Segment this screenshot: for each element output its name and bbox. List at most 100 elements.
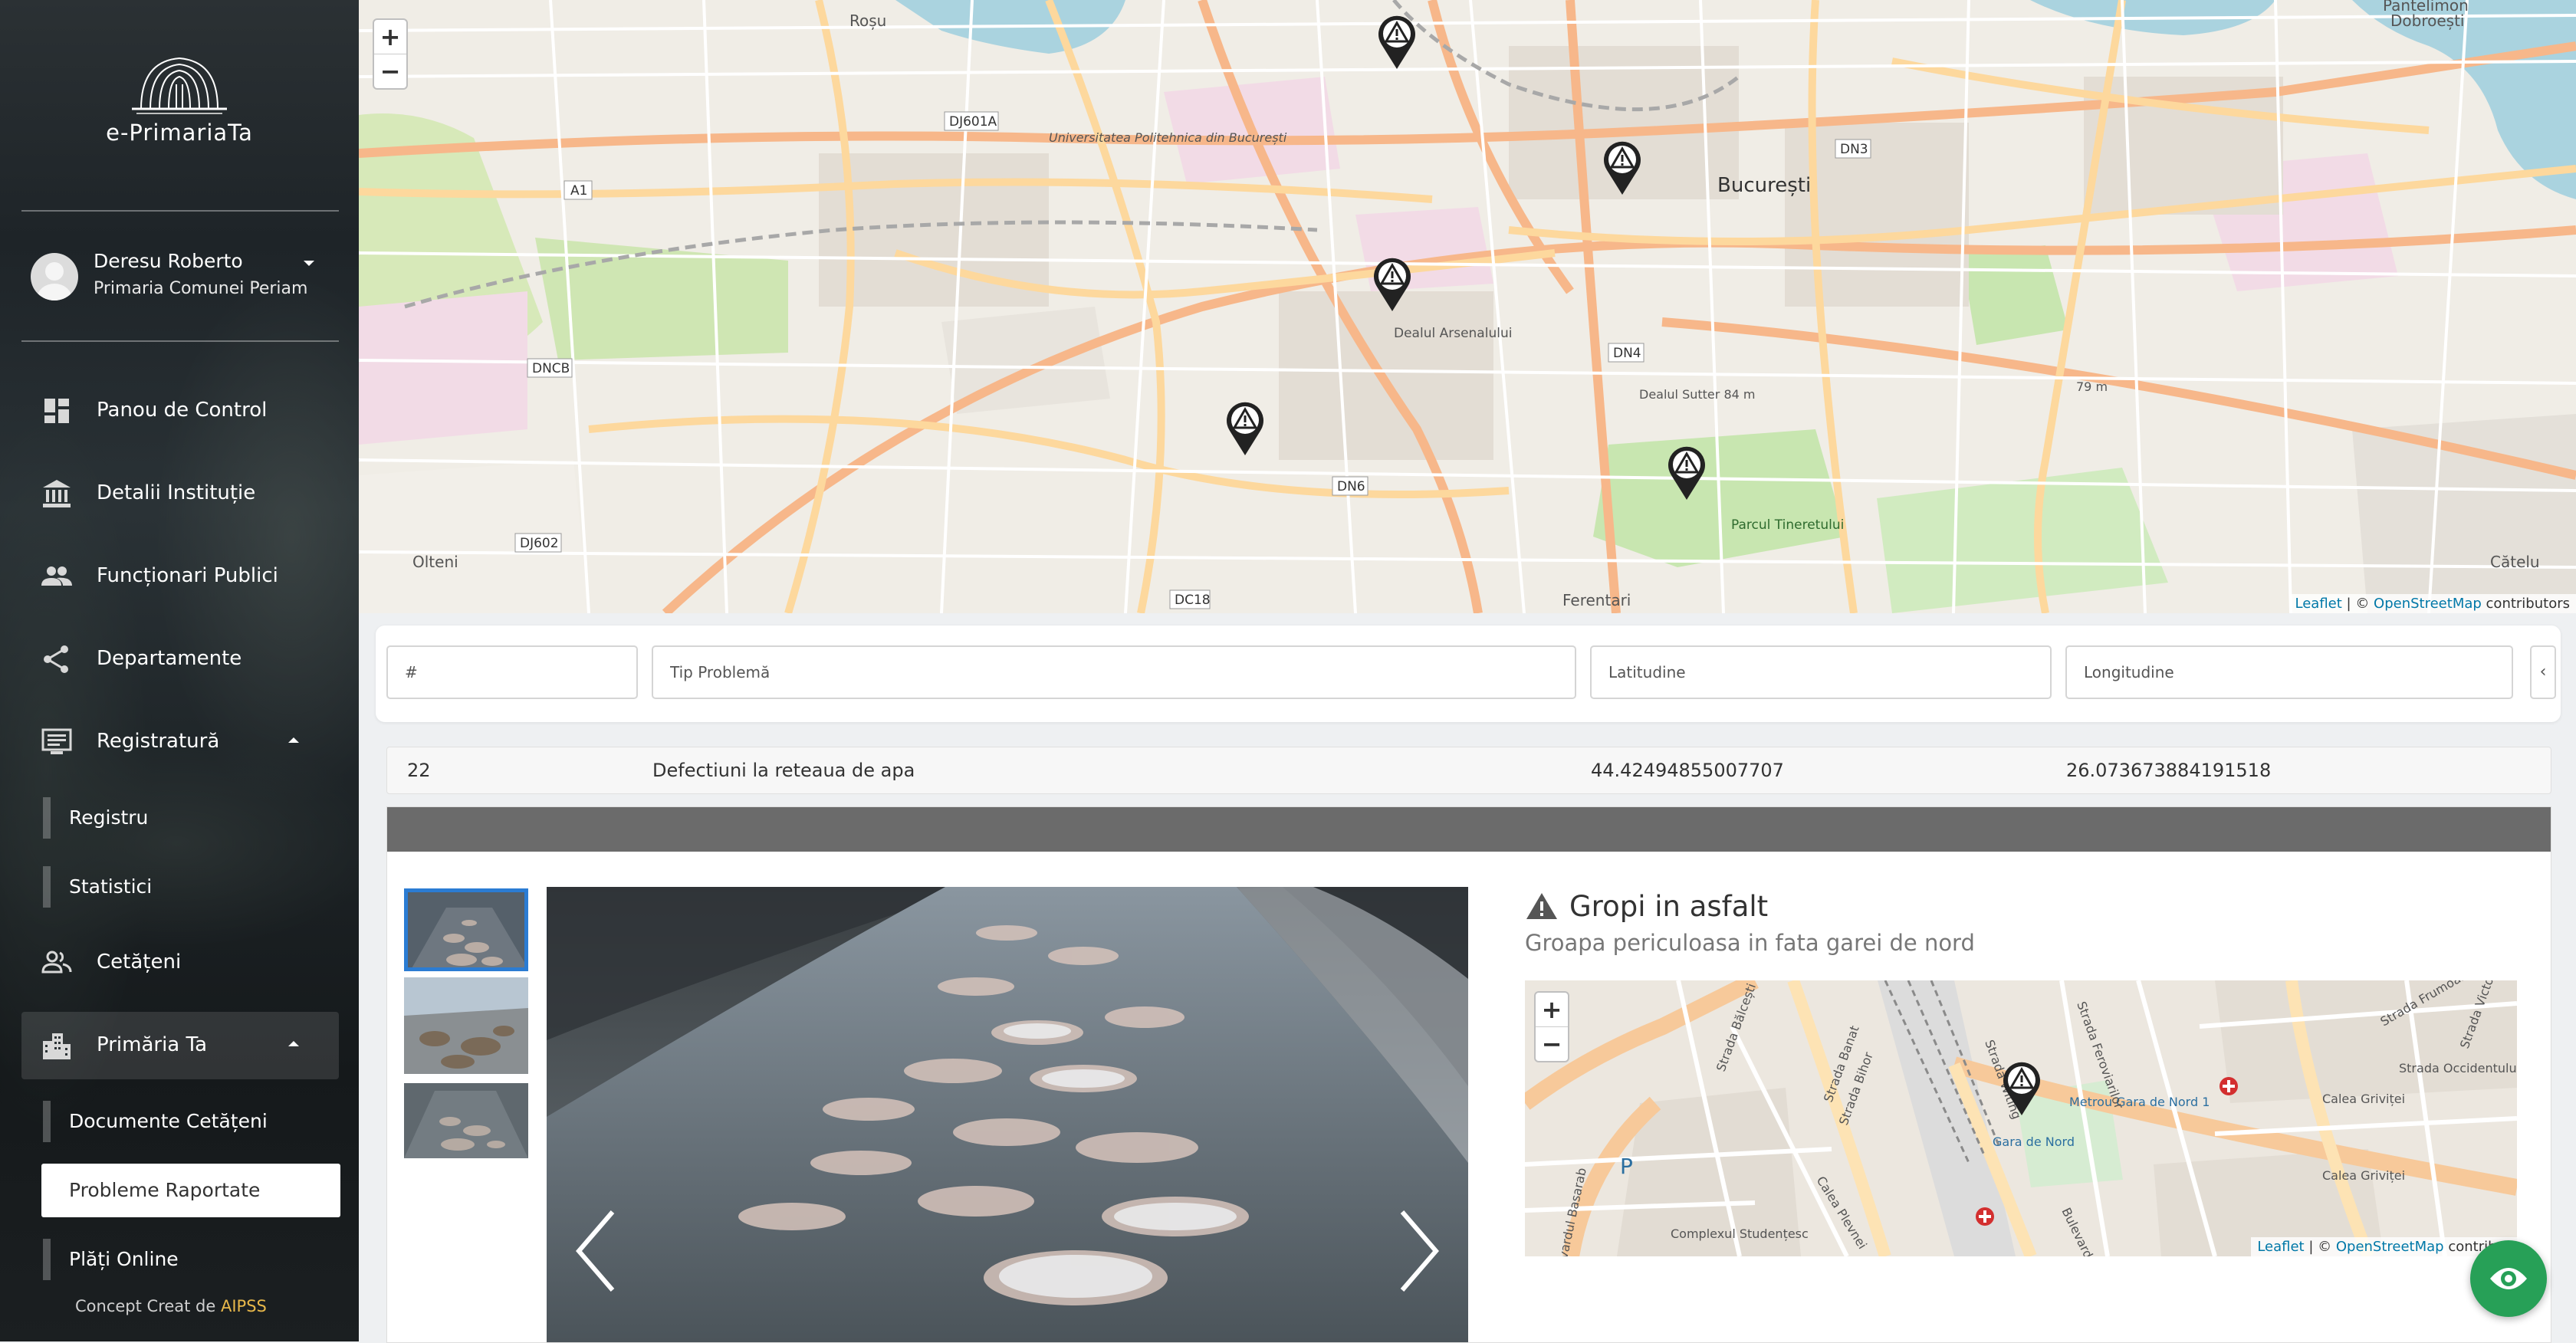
- eye-icon: [2490, 1268, 2527, 1289]
- nav-label: Departamente: [97, 647, 242, 670]
- nav-item-primaria-ta[interactable]: Primăria Ta: [21, 1012, 339, 1079]
- warning-marker-icon[interactable]: [2002, 1060, 2042, 1117]
- photo-thumbnail[interactable]: [404, 888, 528, 971]
- attribution-text: | ©: [2304, 1239, 2336, 1255]
- nav-label: Cetățeni: [97, 951, 182, 974]
- user-profile[interactable]: Deresu Roberto Primaria Comunei Periam: [31, 247, 337, 300]
- problem-photo-carousel[interactable]: [547, 887, 1468, 1342]
- warning-marker-icon[interactable]: [1372, 256, 1412, 313]
- detail-header-bar: [387, 807, 2551, 852]
- leaflet-link[interactable]: Leaflet: [2257, 1239, 2304, 1255]
- zoom-in-button[interactable]: +: [1536, 993, 1568, 1026]
- zoom-in-button[interactable]: +: [374, 20, 406, 54]
- bank-icon: [43, 480, 71, 507]
- filter-toggle-button[interactable]: ‹: [2530, 645, 2556, 699]
- nav-item-departamente[interactable]: Departamente: [21, 626, 339, 693]
- footer-credit: Concept Creat de AIPSS: [75, 1297, 267, 1315]
- road-shield: DN4: [1613, 346, 1641, 361]
- nav-item-cetateni[interactable]: Cetățeni: [21, 929, 339, 997]
- map-label: 79 m: [2076, 379, 2108, 394]
- map-label: Dealul Sutter 84 m: [1639, 387, 1755, 402]
- minimap-tiles: Gara de Nord Metrou Gara de Nord 1 Calea…: [1525, 980, 2517, 1256]
- map-label: Cătelu: [2490, 553, 2540, 571]
- nav-label: Registru: [69, 806, 149, 829]
- minimap-label: Calea Griviței: [2322, 1168, 2405, 1183]
- minimap-label: Gara de Nord: [1993, 1134, 2075, 1149]
- divider: [21, 210, 339, 212]
- sidebar: e-PrimariaTa Deresu Roberto Primaria Com…: [0, 0, 359, 1341]
- nav-item-registratura[interactable]: Registratură: [21, 708, 339, 776]
- osm-link[interactable]: OpenStreetMap: [2374, 596, 2482, 612]
- zoom-out-button[interactable]: −: [374, 54, 406, 88]
- map-label: Roșu: [849, 11, 886, 30]
- problems-map[interactable]: Roșu Dobroești Pantelimon București Olte…: [359, 0, 2576, 613]
- nav-subitem-documente-cetateni[interactable]: Documente Cetățeni: [41, 1095, 340, 1148]
- nav-subitem-statistici[interactable]: Statistici: [41, 860, 340, 914]
- app-name: e-PrimariaTa: [106, 120, 253, 146]
- minimap-label: Metrou Gara de Nord 1: [2069, 1095, 2210, 1109]
- nav-item-panou-de-control[interactable]: Panou de Control: [21, 377, 339, 445]
- photo-thumbnail[interactable]: [404, 977, 528, 1074]
- carousel-prev-arrow-icon[interactable]: [573, 1209, 619, 1293]
- footer-brand-link[interactable]: AIPSS: [221, 1297, 267, 1315]
- minimap-label: Strada Occidentului: [2399, 1061, 2517, 1075]
- map-label: Dealul Arsenalului: [1394, 326, 1512, 341]
- problem-title-text: Gropi in asfalt: [1569, 890, 1769, 923]
- warning-marker-icon[interactable]: [1377, 14, 1417, 71]
- filter-id-input[interactable]: [386, 645, 638, 699]
- warning-marker-icon[interactable]: [1225, 400, 1265, 457]
- monitor-list-icon: [41, 728, 72, 754]
- main-content: Roșu Dobroești Pantelimon București Olte…: [359, 0, 2576, 1343]
- road-shield: A1: [570, 183, 587, 199]
- map-tiles: Roșu Dobroești Pantelimon București Olte…: [359, 0, 2576, 613]
- map-label: Pantelimon: [2383, 0, 2469, 15]
- people-outline-icon: [41, 951, 72, 974]
- nav-label: Probleme Raportate: [69, 1179, 261, 1201]
- warning-marker-icon[interactable]: [1667, 445, 1707, 501]
- minimap-attribution: Leaflet | © OpenStreetMap contribut: [2251, 1237, 2517, 1256]
- attribution-text: | ©: [2341, 596, 2374, 612]
- footer-text: Concept Creat de: [75, 1297, 221, 1315]
- nav-subitem-probleme-raportate[interactable]: Probleme Raportate: [41, 1164, 340, 1217]
- attribution-text: contributors: [2481, 596, 2570, 612]
- road-pothole-photo: [547, 887, 1468, 1342]
- leaflet-link[interactable]: Leaflet: [2295, 596, 2342, 612]
- nav-subitem-plati-online[interactable]: Plăți Online: [41, 1233, 340, 1286]
- road-shield: DJ602: [520, 536, 559, 551]
- user-institution: Primaria Comunei Periam: [94, 279, 308, 298]
- dashboard-icon: [44, 399, 69, 423]
- parking-icon: P: [1620, 1154, 1633, 1179]
- problem-description: Groapa periculoasa in fata garei de nord: [1525, 930, 1975, 956]
- nav-subitem-registru[interactable]: Registru: [41, 791, 340, 845]
- problem-title: Gropi in asfalt: [1525, 890, 1768, 923]
- osm-link[interactable]: OpenStreetMap: [2336, 1239, 2444, 1255]
- table-row[interactable]: 22 Defectiuni la reteaua de apa 44.42494…: [386, 747, 2551, 794]
- minimap-label: Complexul Studențesc: [1671, 1226, 1809, 1241]
- map-label: Parcul Tineretului: [1731, 517, 1844, 533]
- problem-detail-panel: Gropi in asfalt Groapa periculoasa in fa…: [386, 806, 2551, 1343]
- carousel-next-arrow-icon[interactable]: [1396, 1209, 1442, 1293]
- road-shield: DN6: [1337, 479, 1365, 494]
- view-toggle-button[interactable]: [2470, 1240, 2547, 1317]
- photo-thumbnail[interactable]: [404, 1083, 528, 1158]
- minimap-label: Calea Griviței: [2322, 1092, 2405, 1106]
- app-logo[interactable]: e-PrimariaTa: [0, 54, 359, 146]
- nav-label: Documente Cetățeni: [69, 1110, 268, 1132]
- warning-marker-icon[interactable]: [1602, 140, 1642, 196]
- map-label: Universitatea Politehnica din București: [1049, 130, 1287, 145]
- nav-item-functionari-publici[interactable]: Funcționari Publici: [21, 543, 339, 610]
- row-tip: Defectiuni la reteaua de apa: [652, 760, 915, 781]
- zoom-out-button[interactable]: −: [1536, 1026, 1568, 1061]
- caret-up-icon: [288, 737, 299, 743]
- problem-location-map[interactable]: Gara de Nord Metrou Gara de Nord 1 Calea…: [1525, 980, 2517, 1256]
- filter-tip-problema-input[interactable]: [652, 645, 1576, 699]
- nav-item-detalii-institutie[interactable]: Detalii Instituție: [21, 460, 339, 527]
- road-shield: DNCB: [532, 361, 570, 376]
- row-id: 22: [407, 760, 431, 781]
- filter-latitudine-input[interactable]: [1590, 645, 2052, 699]
- map-label: Olteni: [412, 553, 458, 571]
- filter-longitudine-input[interactable]: [2065, 645, 2513, 699]
- nav-label: Detalii Instituție: [97, 481, 256, 504]
- row-latitudine: 44.42494855007707: [1591, 760, 1784, 781]
- caret-down-icon[interactable]: [304, 261, 314, 266]
